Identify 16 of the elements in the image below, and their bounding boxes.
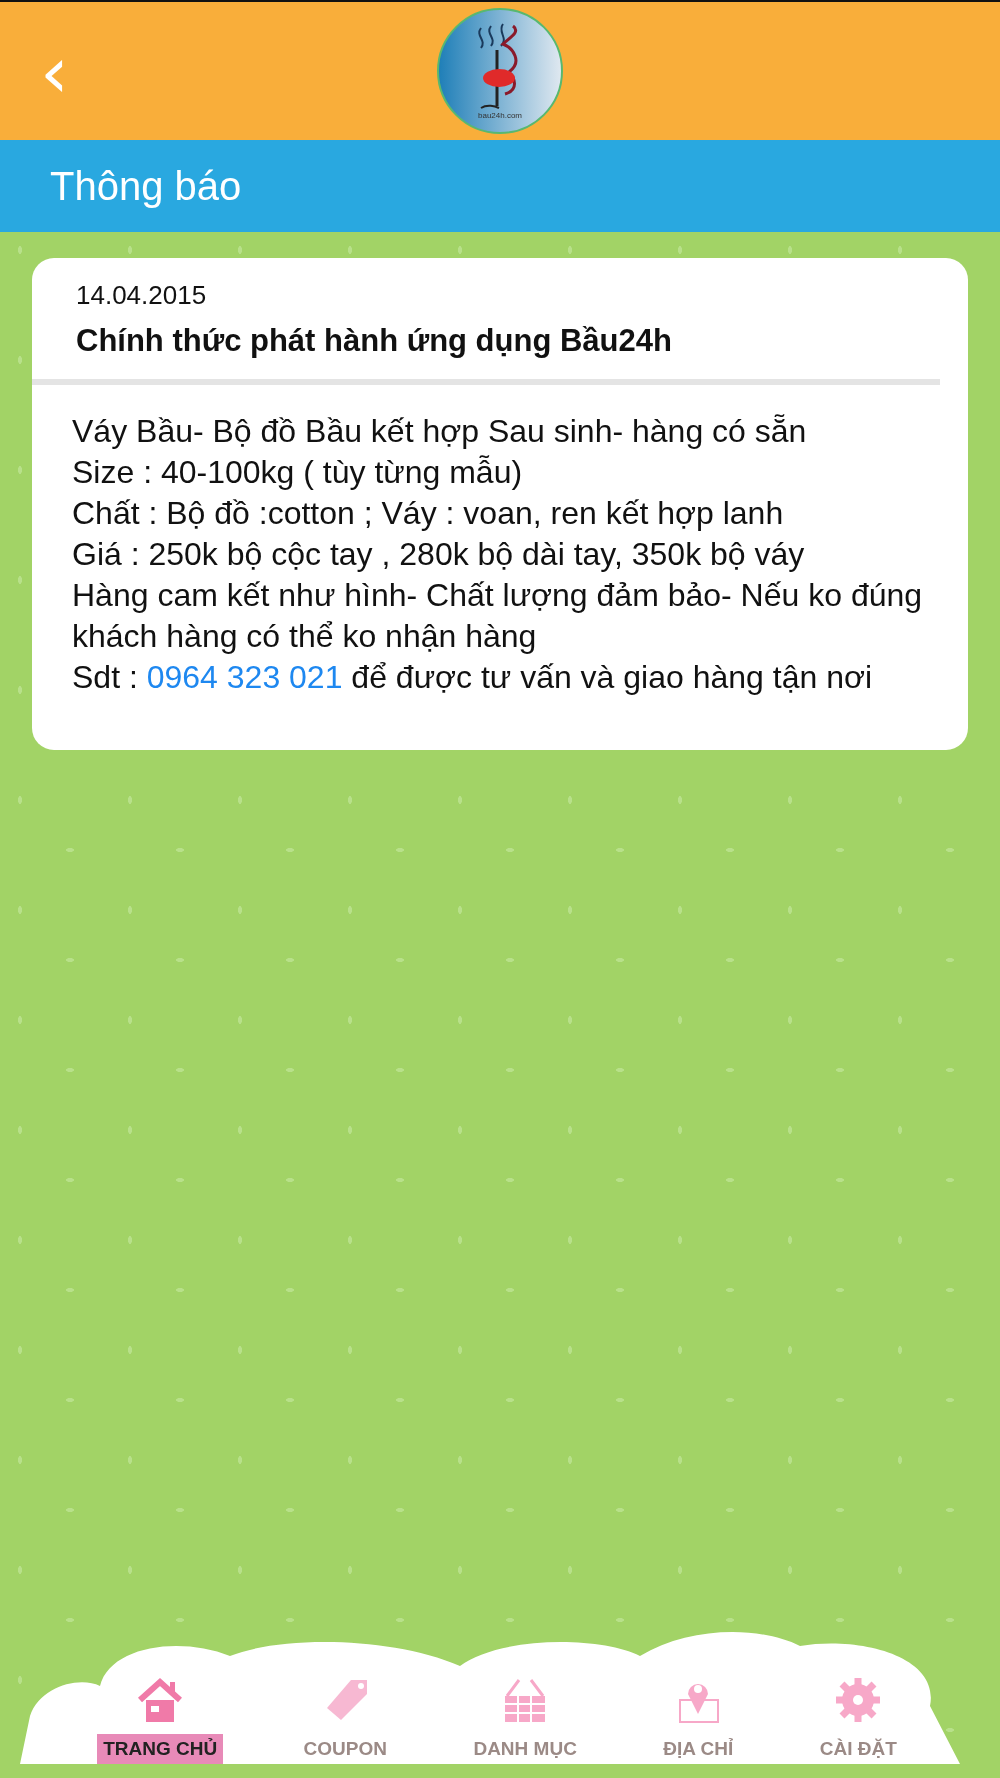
notice-text: Sdt : 0964 323 021 để được tư vấn và giao hàng tận nơi	[72, 658, 874, 697]
back-button[interactable]: ‹	[40, 36, 69, 108]
nav-tab[interactable]: DANH MỤC	[467, 1672, 583, 1764]
notice-title: Chính thức phát hành ứng dụng Bầu24h	[76, 323, 673, 359]
notice-text: Chất : Bộ đồ :cotton ; Váy : voan, ren kết hợp lanh	[72, 494, 785, 533]
nav-tab[interactable]: COUPON	[297, 1672, 393, 1764]
nav-tab[interactable]: CÀI ĐẶT	[813, 1672, 903, 1764]
notice-text: Giá : 250k bộ cộc tay , 280k bộ dài tay, 350k bộ váy	[72, 535, 806, 574]
notice-date: 14.04.2015	[76, 280, 208, 311]
nav-tab[interactable]: ĐỊA CHỈ	[657, 1672, 740, 1764]
page-title: Thông báo	[50, 163, 242, 209]
phone-link[interactable]: 0964 323 021	[146, 659, 343, 695]
nav-tab[interactable]: TRANG CHỦ	[97, 1672, 224, 1764]
logo-text: bau24h.com	[478, 111, 522, 120]
notice-text: Size : 40-100kg ( tùy từng mẫu)	[72, 453, 524, 492]
notice-text: Váy Bầu- Bộ đồ Bầu kết hợp Sau sinh- hàng có sẵn	[72, 412, 808, 451]
